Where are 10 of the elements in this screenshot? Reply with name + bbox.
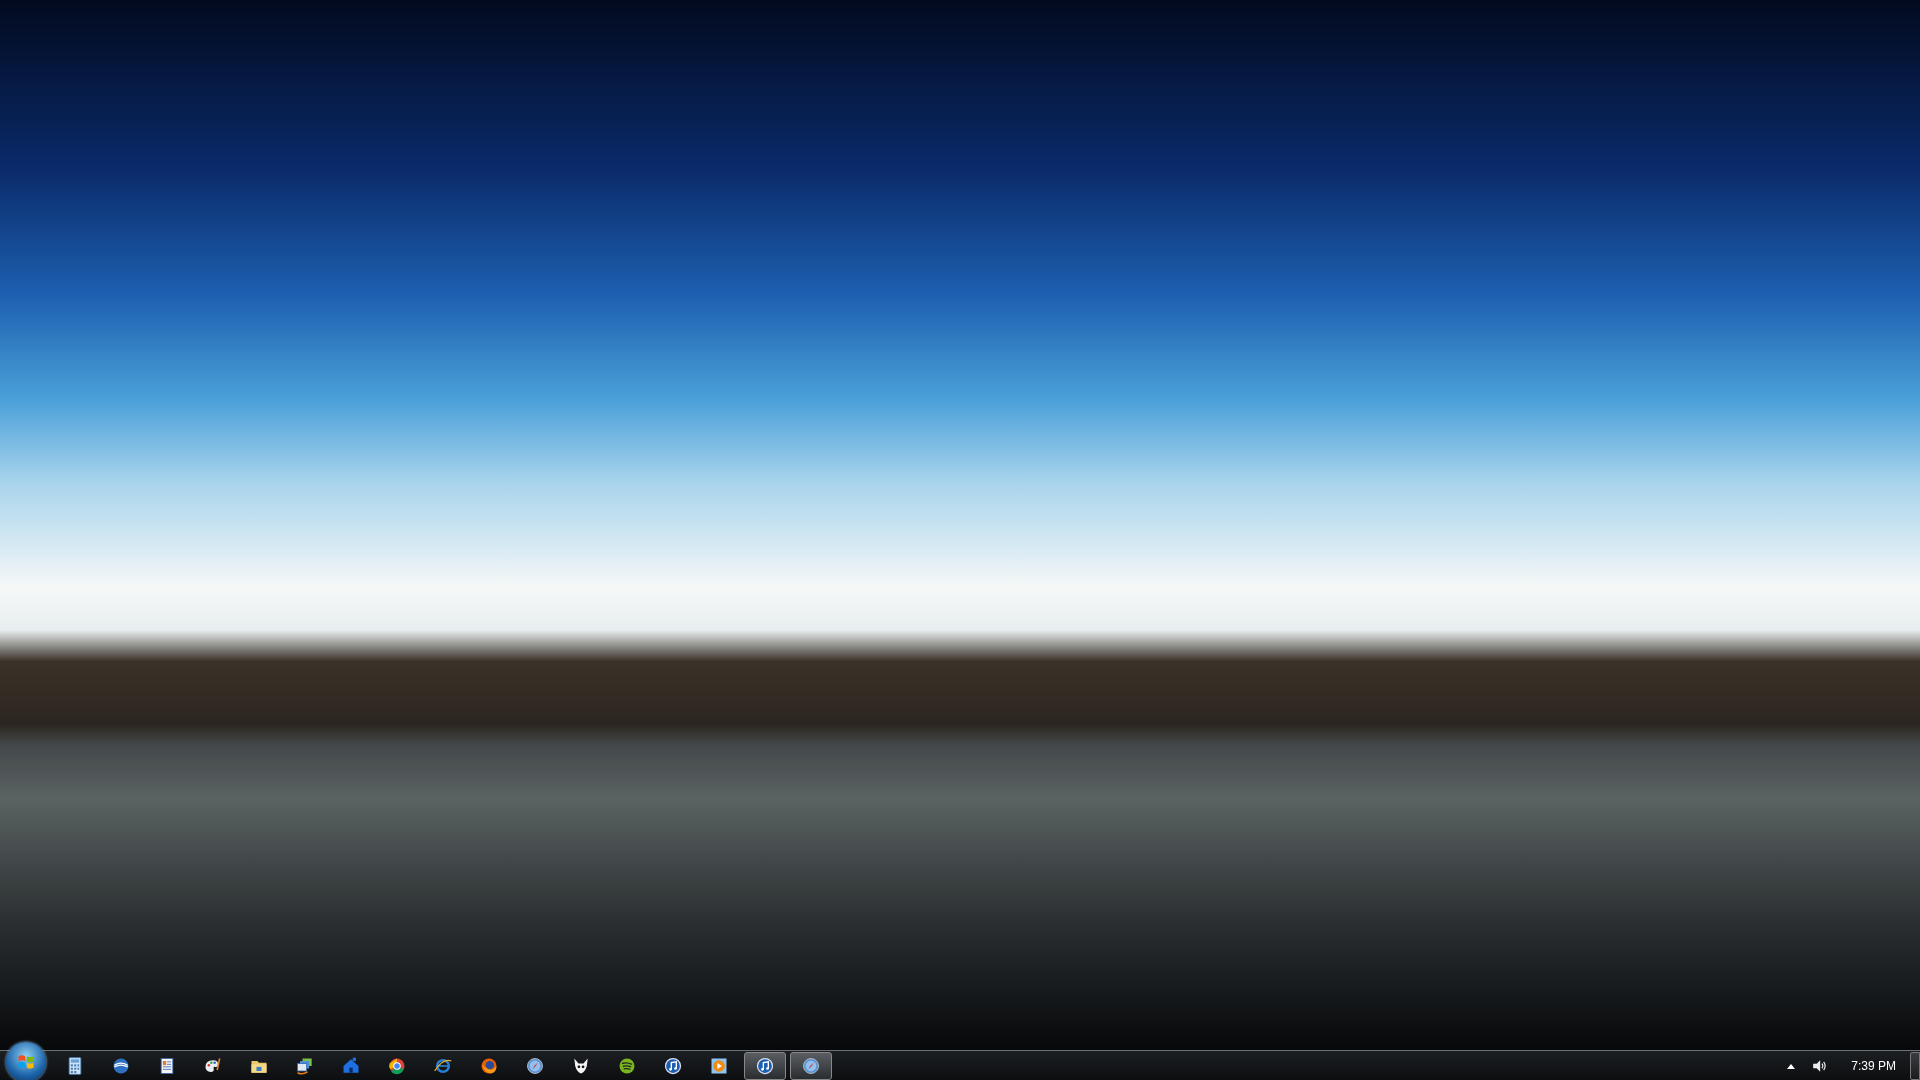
taskbar-button[interactable] <box>744 1051 786 1080</box>
compass-icon <box>525 1055 545 1076</box>
clock[interactable]: 7:39 PM <box>1851 1058 1896 1073</box>
speaker-icon[interactable] <box>1811 1058 1828 1073</box>
music-note-icon <box>755 1055 775 1076</box>
taskbar-button[interactable] <box>790 1051 832 1080</box>
compass-icon <box>801 1055 821 1076</box>
house-icon <box>341 1055 361 1076</box>
music-note-icon <box>663 1055 683 1076</box>
show-desktop-button[interactable] <box>1910 1051 1920 1080</box>
